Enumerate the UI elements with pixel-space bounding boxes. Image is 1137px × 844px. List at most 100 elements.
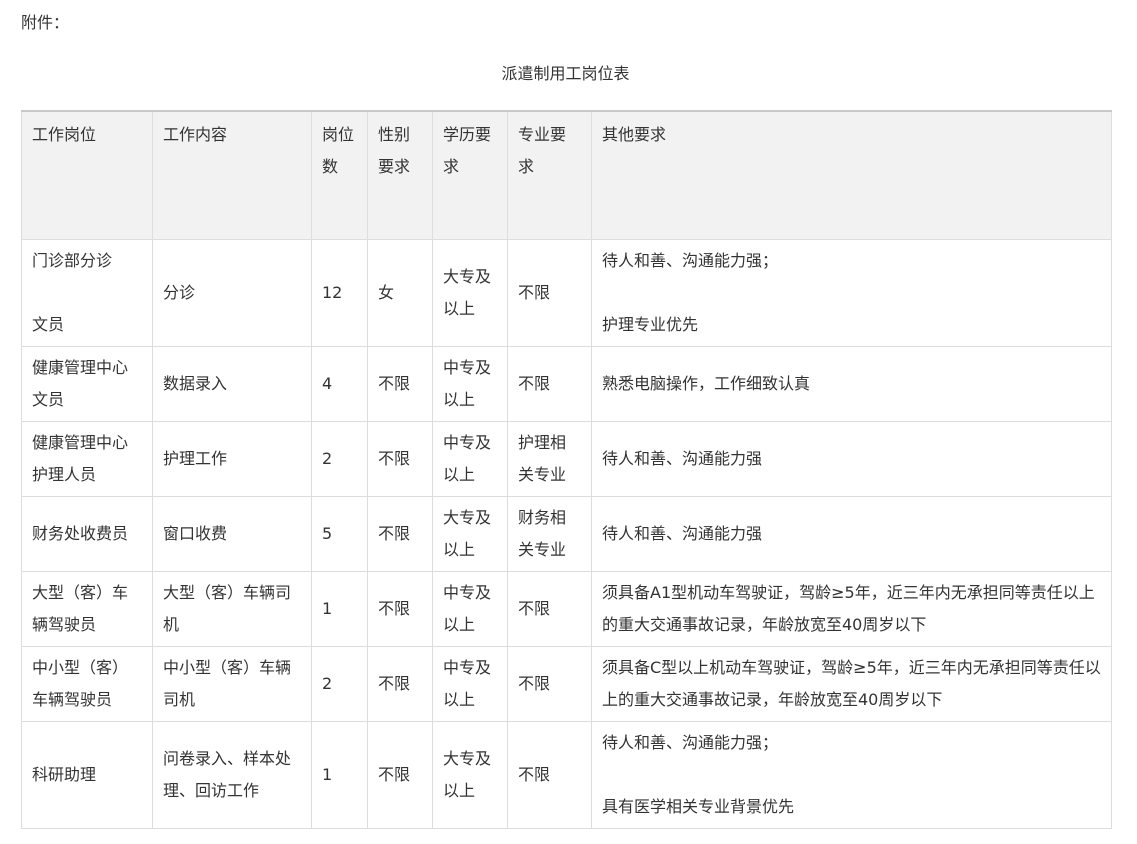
cell-line: 大专及 (443, 266, 492, 286)
cell-count: 4 (311, 345, 368, 422)
cell-position: 中小型（客） 车辆驾驶员 (21, 645, 153, 722)
cell-line: 具有医学相关专业背景优先 (602, 796, 795, 816)
cell-line: 辆驾驶员 (32, 614, 97, 634)
cell-line: 上的重大交通事故记录，年龄放宽至40周岁以下 (602, 689, 943, 709)
cell-gender: 不限 (367, 345, 433, 422)
cell-value: 不限 (378, 373, 411, 393)
cell-value: 不限 (378, 764, 411, 784)
cell-other: 待人和善、沟通能力强 (591, 495, 1112, 572)
cell-line: 不限 (518, 373, 551, 393)
cell-content: 数据录入 (152, 345, 312, 422)
cell-position: 健康管理中心 护理人员 (21, 420, 153, 497)
table-header: 工作岗位 工作内容 岗位数性别 要求 学历要求专业要求其他要求 (21, 110, 1112, 240)
cell-line: 门诊部分诊 (32, 250, 113, 270)
table-title: 派遣制用工岗位表 (501, 64, 630, 83)
cell-gender: 不限 (367, 420, 433, 497)
cell-education: 中专及 以上 (432, 420, 508, 497)
cell-line: 财务处收费员 (32, 523, 129, 543)
cell-education: 中专及 以上 (432, 645, 508, 722)
table-row: 大型（客）车 辆驾驶员 大型（客）车辆司机 1 不限 中专及 以上 不限 须具备A1型机动车驾驶… (21, 570, 1112, 647)
cell-count: 12 (311, 238, 368, 347)
cell-line: 熟悉电脑操作，工作细致认真 (602, 373, 811, 393)
column-header-major: 专业要求 (507, 110, 592, 240)
cell-line: 中小型（客）车辆 (163, 657, 292, 677)
cell-other: 待人和善、沟通能力强； 护理专业优先 (591, 238, 1112, 347)
cell-value: 不限 (378, 448, 411, 468)
cell-value: 不限 (378, 523, 411, 543)
column-header-other: 其他要求 (591, 110, 1112, 240)
column-header-line: 工作岗位 (32, 125, 97, 144)
cell-position: 科研助理 (21, 720, 153, 829)
cell-gender: 女 (367, 238, 433, 347)
cell-major: 不限 (507, 645, 592, 722)
table-row: 中小型（客） 车辆驾驶员 中小型（客）车辆 司机 2 不限 中专及 以上 不限 须具备C型以上机动… (21, 645, 1112, 722)
table-row: 财务处收费员 窗口收费 5 不限 大专及 以上 财务相 关专业 待人和善、沟通能力强 (21, 495, 1112, 572)
column-header-count: 岗位数 (311, 110, 368, 240)
cell-line: 窗口收费 (163, 523, 228, 543)
cell-content: 问卷录入、样本处 理、回访工作 (152, 720, 312, 829)
cell-line: 待人和善、沟通能力强； (602, 250, 779, 270)
cell-line (602, 759, 1101, 791)
cell-value: 2 (322, 673, 333, 693)
column-header-line: 性别 (378, 125, 411, 144)
cell-major: 财务相 关专业 (507, 495, 592, 572)
cell-line: 中专及 (443, 432, 492, 452)
cell-position: 健康管理中心 文员 (21, 345, 153, 422)
cell-count: 5 (311, 495, 368, 572)
cell-line: 大专及 (443, 507, 492, 527)
cell-line: 护理专业优先 (602, 314, 699, 334)
cell-other: 须具备C型以上机动车驾驶证，驾龄≥5年，近三年内无承担同等责任以 上的重大交通事故… (591, 645, 1112, 722)
cell-line: 大专及 (443, 748, 492, 768)
cell-line: 以上 (443, 298, 476, 318)
column-header-line: 专业要 (518, 125, 567, 144)
cell-count: 2 (311, 645, 368, 722)
cell-content: 分诊 (152, 238, 312, 347)
cell-line: 理、回访工作 (163, 780, 260, 800)
cell-value: 女 (378, 282, 395, 302)
cell-line (602, 277, 1101, 309)
table-row: 健康管理中心 文员 数据录入 4 不限 中专及 以上 不限 熟悉电脑操作，工作细致认真 (21, 345, 1112, 422)
column-header-content: 工作内容 (152, 110, 312, 240)
column-header-line: 求 (443, 157, 460, 176)
cell-education: 大专及 以上 (432, 720, 508, 829)
cell-education: 中专及 以上 (432, 570, 508, 647)
cell-count: 1 (311, 570, 368, 647)
cell-line: 中专及 (443, 357, 492, 377)
cell-line: 护理相 (518, 432, 567, 452)
column-header-line: 岗位 (322, 125, 355, 144)
cell-count: 2 (311, 420, 368, 497)
table-row: 科研助理 问卷录入、样本处 理、回访工作 1 不限 大专及 以上 不限 待人和善、沟通能力强；具… (21, 720, 1112, 829)
cell-value: 不限 (378, 598, 411, 618)
cell-line: 护理工作 (163, 448, 228, 468)
cell-other: 须具备A1型机动车驾驶证，驾龄≥5年，近三年内无承担同等责任以上 的重大交通事故记… (591, 570, 1112, 647)
cell-line: 待人和善、沟通能力强 (602, 523, 763, 543)
cell-line: 数据录入 (163, 373, 228, 393)
column-header-line: 要求 (378, 157, 411, 176)
cell-other: 熟悉电脑操作，工作细致认真 (591, 345, 1112, 422)
cell-line: 司机 (163, 689, 196, 709)
cell-position: 大型（客）车 辆驾驶员 (21, 570, 153, 647)
cell-line: 大型（客）车辆司 (163, 582, 292, 602)
cell-value: 1 (322, 764, 333, 784)
positions-table: 工作岗位 工作内容 岗位数性别 要求 学历要求专业要求其他要求 门诊部分诊 文员 分诊 12 女… (21, 110, 1112, 829)
cell-major: 不限 (507, 238, 592, 347)
cell-line (32, 277, 142, 309)
cell-position: 门诊部分诊 文员 (21, 238, 153, 347)
cell-line: 以上 (443, 389, 476, 409)
column-header-line: 工作内容 (163, 125, 228, 144)
column-header-line: 数 (322, 157, 339, 176)
cell-line: 机 (163, 614, 180, 634)
table-row: 健康管理中心 护理人员 护理工作 2 不限 中专及 以上 护理相 关专业 待人和善、沟通能力强 (21, 420, 1112, 497)
cell-line: 健康管理中心 (32, 357, 129, 377)
cell-education: 大专及 以上 (432, 495, 508, 572)
cell-line: 车辆驾驶员 (32, 689, 113, 709)
table-row: 门诊部分诊 文员 分诊 12 女 大专及以上 不限 待人和善、沟通能力强； 护理专业优先 (21, 238, 1112, 347)
cell-education: 中专及 以上 (432, 345, 508, 422)
cell-line: 不限 (518, 282, 551, 302)
cell-count: 1 (311, 720, 368, 829)
cell-major: 不限 (507, 345, 592, 422)
cell-major: 不限 (507, 570, 592, 647)
cell-value: 不限 (378, 673, 411, 693)
column-header-line: 求 (518, 157, 535, 176)
cell-line: 问卷录入、样本处 (163, 748, 292, 768)
